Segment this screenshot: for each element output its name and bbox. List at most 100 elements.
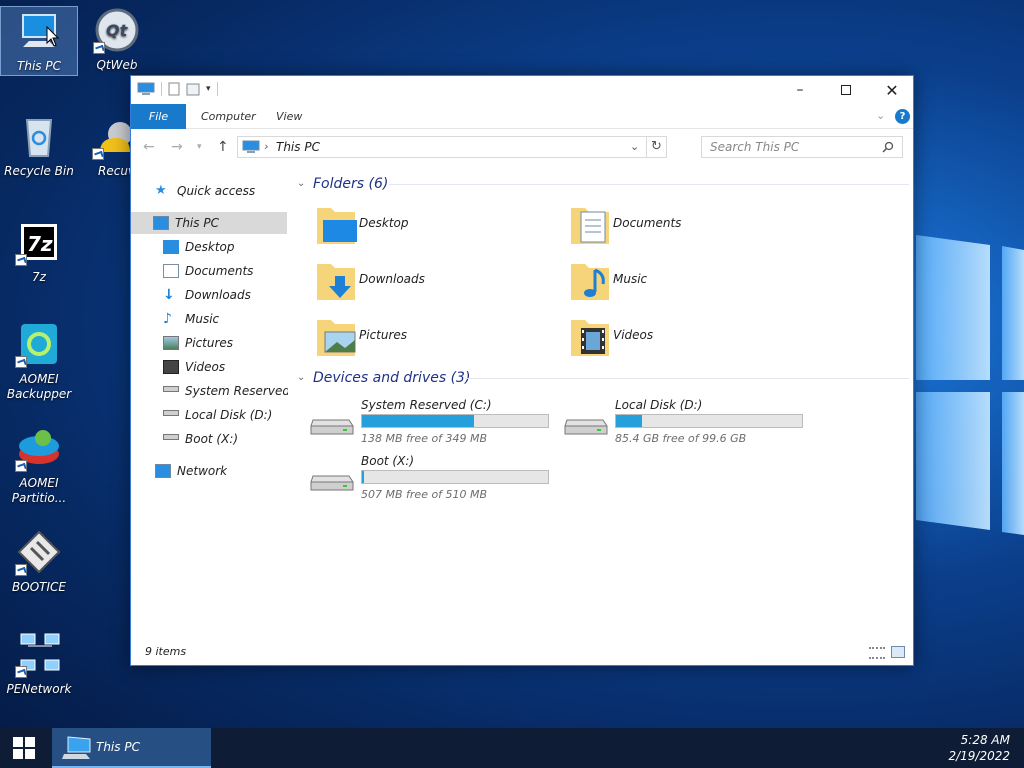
group-divider xyxy=(389,184,909,185)
aomei-partition-icon xyxy=(15,424,63,472)
nav-item-boot[interactable]: Boot (X:) xyxy=(163,428,238,450)
aomei-backupper-icon xyxy=(15,320,63,368)
desktop-icon-recuva[interactable]: Recuv xyxy=(82,112,130,179)
minimize-button[interactable]: – xyxy=(777,76,823,104)
drive-free-space: 138 MB free of 349 MB xyxy=(361,432,488,445)
refresh-icon[interactable]: ↻ xyxy=(646,137,666,157)
forward-arrow-icon[interactable]: → xyxy=(171,139,183,155)
collapse-group-chevron-icon[interactable]: ⌄ xyxy=(297,178,305,189)
film-strip-icon xyxy=(163,359,179,374)
nav-item-videos[interactable]: Videos xyxy=(163,356,225,378)
shortcut-arrow-icon xyxy=(15,356,27,368)
large-icons-view-icon[interactable] xyxy=(891,646,905,658)
nav-item-downloads[interactable]: ↓ Downloads xyxy=(163,284,251,306)
nav-item-label: Local Disk (D:) xyxy=(185,408,273,422)
recent-locations-chevron-icon[interactable]: ▾ xyxy=(197,142,202,152)
mouse-cursor-icon xyxy=(46,26,60,47)
pictures-folder-icon xyxy=(317,320,356,356)
nav-item-label: Network xyxy=(177,464,228,478)
documents-folder-icon xyxy=(571,208,609,244)
address-bar[interactable]: › This PC ⌄ ↻ xyxy=(237,136,667,158)
tab-view[interactable]: View xyxy=(276,104,302,129)
help-icon[interactable]: ? xyxy=(895,109,910,124)
nav-item-desktop[interactable]: Desktop xyxy=(163,236,235,258)
desktop-icon-this-pc[interactable]: This PC xyxy=(0,6,78,76)
maximize-button[interactable] xyxy=(823,76,869,104)
customize-toolbar-chevron-icon[interactable]: ▾ xyxy=(206,84,211,94)
desktop-icon-7z[interactable]: 7z 7z xyxy=(0,218,78,285)
folder-tile-videos[interactable]: Videos xyxy=(567,314,817,360)
folder-tile-desktop[interactable]: Desktop xyxy=(313,202,563,248)
desktop-icon-penetwork[interactable]: PENetwork xyxy=(0,630,78,697)
desktop-icon-label: Recuv xyxy=(98,164,130,178)
item-count: 9 items xyxy=(145,645,187,658)
desktop-folder-icon xyxy=(317,208,357,244)
nav-item-this-pc[interactable]: This PC xyxy=(131,212,287,234)
drive-tile-local-disk[interactable]: Local Disk (D:) 85.4 GB free of 99.6 GB xyxy=(563,398,813,445)
nav-item-system-reserved[interactable]: System Reserved (C:) xyxy=(163,380,288,402)
breadcrumb[interactable]: This PC xyxy=(276,137,320,157)
address-dropdown-chevron-icon[interactable]: ⌄ xyxy=(630,137,639,157)
desktop-icon-label: AOMEI Partitio... xyxy=(11,476,67,505)
desktop-icon-aomei-partition[interactable]: AOMEI Partitio... xyxy=(0,424,78,506)
drive-icon xyxy=(163,433,179,440)
start-button[interactable] xyxy=(0,728,48,768)
desktop-icon-aomei-backupper[interactable]: AOMEI Backupper xyxy=(0,320,78,402)
nav-item-music[interactable]: ♪ Music xyxy=(163,308,219,330)
drive-name: Boot (X:) xyxy=(361,454,415,468)
up-arrow-icon[interactable]: ↑ xyxy=(217,139,229,155)
desktop-icon-bootice[interactable]: BOOTICE xyxy=(0,528,78,595)
taskbar-item-this-pc[interactable]: This PC xyxy=(52,728,211,768)
properties-icon[interactable] xyxy=(168,82,180,96)
nav-item-network[interactable]: Network xyxy=(155,460,227,482)
videos-folder-icon xyxy=(571,320,609,356)
system-clock[interactable]: 5:28 AM 2/19/2022 xyxy=(948,732,1010,764)
folder-tile-documents[interactable]: Documents xyxy=(567,202,817,248)
nav-item-label: This PC xyxy=(175,216,219,230)
expand-ribbon-chevron-icon[interactable]: ⌄ xyxy=(876,109,885,122)
desktop-icon-recycle-bin[interactable]: Recycle Bin xyxy=(0,112,78,179)
hard-drive-icon xyxy=(310,475,354,491)
close-button[interactable]: ✕ xyxy=(869,76,915,104)
desktop-icon-label: Recycle Bin xyxy=(4,164,74,178)
nav-item-quick-access[interactable]: ★ Quick access xyxy=(155,180,255,202)
nav-item-local-disk[interactable]: Local Disk (D:) xyxy=(163,404,272,426)
desktop-icon-label: AOMEI Backupper xyxy=(6,372,72,401)
drive-usage-bar xyxy=(361,470,549,484)
details-view-icon[interactable] xyxy=(869,647,885,659)
back-arrow-icon[interactable]: ← xyxy=(143,139,155,155)
desktop-icon-label: QtWeb xyxy=(96,58,138,72)
folder-label: Documents xyxy=(613,216,682,230)
group-header-devices[interactable]: Devices and drives (3) xyxy=(313,370,470,386)
drive-usage-fill xyxy=(362,471,364,483)
folder-label: Pictures xyxy=(359,328,408,342)
group-header-folders[interactable]: Folders (6) xyxy=(313,176,388,192)
shortcut-arrow-icon xyxy=(15,666,27,678)
computer-icon xyxy=(242,140,260,153)
new-folder-icon[interactable] xyxy=(186,82,200,96)
tab-file[interactable]: File xyxy=(131,104,186,129)
search-icon xyxy=(882,141,894,153)
folder-tile-pictures[interactable]: Pictures xyxy=(313,314,563,360)
desktop-icon-label: This PC xyxy=(17,59,61,73)
drive-tile-boot[interactable]: Boot (X:) 507 MB free of 510 MB xyxy=(309,454,559,501)
collapse-group-chevron-icon[interactable]: ⌄ xyxy=(297,372,305,383)
drive-tile-system-reserved[interactable]: System Reserved (C:) 138 MB free of 349 … xyxy=(309,398,559,445)
nav-item-label: System Reserved (C:) xyxy=(185,384,288,398)
folder-tile-music[interactable]: Music xyxy=(567,258,817,304)
search-input[interactable]: Search This PC xyxy=(701,136,903,158)
desktop-icon-qtweb[interactable]: Qt QtWeb xyxy=(78,6,156,73)
drive-usage-fill xyxy=(362,415,474,427)
title-bar[interactable]: ▾ – ✕ xyxy=(131,76,913,104)
qtweb-icon: Qt xyxy=(93,6,141,54)
folder-label: Music xyxy=(613,272,648,286)
shortcut-arrow-icon xyxy=(15,254,27,266)
nav-item-documents[interactable]: Documents xyxy=(163,260,253,282)
nav-item-pictures[interactable]: Pictures xyxy=(163,332,233,354)
drive-usage-bar xyxy=(615,414,803,428)
folder-label: Downloads xyxy=(359,272,425,286)
tab-computer[interactable]: Computer xyxy=(201,104,256,129)
nav-item-label: Quick access xyxy=(177,184,256,198)
folder-tile-downloads[interactable]: Downloads xyxy=(313,258,563,304)
drive-free-space: 507 MB free of 510 MB xyxy=(361,488,488,501)
